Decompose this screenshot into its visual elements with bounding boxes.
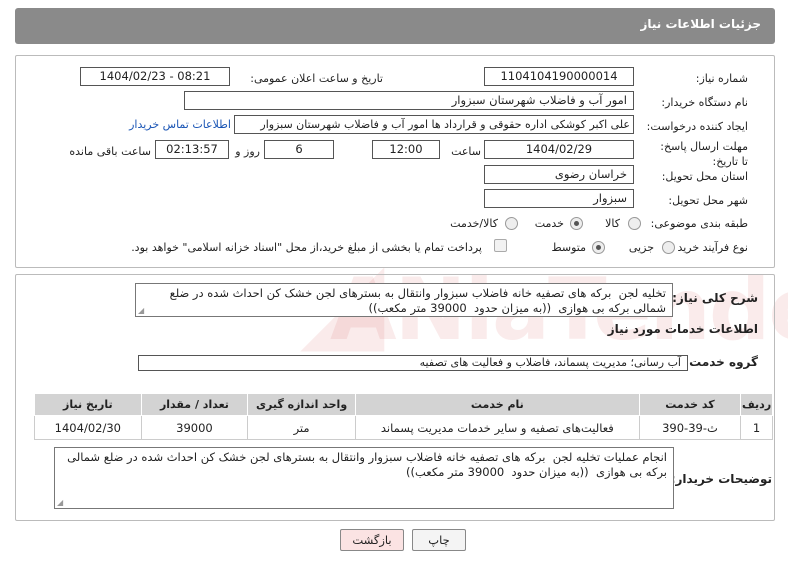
- cell-service-code: ث-39-390: [638, 415, 742, 440]
- col-service-code: کد خدمت: [638, 393, 742, 416]
- buyer-org-field[interactable]: امور آب و فاضلاب شهرستان سبزوار: [184, 91, 634, 110]
- service-group-field[interactable]: آب رسانی؛ مدیریت پسماند، فاضلاب و فعالیت…: [138, 355, 688, 371]
- province-field[interactable]: خراسان رضوی: [484, 165, 634, 184]
- cell-need-date: 1404/02/30: [34, 415, 142, 440]
- remaining-time-field[interactable]: 02:13:57: [155, 140, 229, 159]
- need-number-label: شماره نیاز:: [695, 72, 748, 85]
- page-title: جزئیات اطلاعات نیاز: [640, 17, 761, 31]
- province-label: استان محل تحویل:: [661, 170, 748, 183]
- deadline-time-field[interactable]: 12:00: [372, 140, 440, 159]
- process-radio-medium[interactable]: [592, 241, 605, 254]
- buyer-notes-label: توضیحات خریدار:: [670, 472, 772, 486]
- services-section-title: اطلاعات خدمات مورد نیاز: [607, 322, 758, 336]
- remaining-label: ساعت باقی مانده: [69, 145, 151, 158]
- category-radio-goods-service[interactable]: [505, 217, 518, 230]
- table-header-row: ردیف کد خدمت نام خدمت واحد اندازه گیری ت…: [34, 393, 773, 416]
- back-button[interactable]: بازگشت: [340, 529, 404, 551]
- cell-row-number: 1: [740, 415, 773, 440]
- table-row[interactable]: 1 ث-39-390 فعالیت‌های تصفیه و سایر خدمات…: [34, 415, 773, 440]
- category-label: طبقه بندی موضوعی:: [650, 217, 748, 230]
- print-button[interactable]: چاپ: [412, 529, 466, 551]
- service-group-label: گروه خدمت:: [684, 355, 758, 369]
- days-field[interactable]: 6: [264, 140, 334, 159]
- creator-field[interactable]: علی اکبر کوشکی اداره حقوقی و قرارداد ها …: [234, 115, 634, 134]
- cell-unit: متر: [247, 415, 356, 440]
- buyer-notes-textarea[interactable]: انجام عملیات تخلیه لجن برکه های تصفیه خا…: [54, 447, 674, 509]
- deadline-date-field[interactable]: 1404/02/29: [484, 140, 634, 159]
- deadline-label: مهلت ارسال پاسخ: تا تاریخ:: [660, 140, 748, 168]
- need-number-field[interactable]: 1104104190000014: [484, 67, 634, 86]
- resize-grip-icon[interactable]: ◢: [138, 307, 144, 315]
- category-radio-goods[interactable]: [628, 217, 641, 230]
- services-table: ردیف کد خدمت نام خدمت واحد اندازه گیری ت…: [34, 393, 773, 440]
- buyer-org-label: نام دستگاه خریدار:: [661, 96, 748, 109]
- header-bar: جزئیات اطلاعات نیاز: [15, 8, 775, 44]
- treasury-note: پرداخت تمام یا بخشی از مبلغ خرید،از محل …: [131, 241, 482, 254]
- resize-grip-icon[interactable]: ◢: [57, 499, 63, 507]
- deadline-time-label: ساعت: [451, 145, 481, 158]
- process-label: نوع فرآیند خرید :: [670, 241, 748, 254]
- process-radio-minor[interactable]: [662, 241, 675, 254]
- buyer-notes-text: انجام عملیات تخلیه لجن برکه های تصفیه خا…: [63, 450, 667, 479]
- process-option-medium: متوسط: [551, 241, 586, 254]
- col-quantity: تعداد / مقدار: [140, 393, 249, 416]
- contact-link[interactable]: اطلاعات تماس خریدار: [129, 118, 231, 131]
- summary-textarea[interactable]: تخلیه لجن برکه های تصفیه خانه فاضلاب سبز…: [135, 283, 673, 317]
- category-radio-service[interactable]: [570, 217, 583, 230]
- days-label: روز و: [235, 145, 260, 158]
- col-service-name: نام خدمت: [354, 393, 640, 416]
- city-field[interactable]: سبزوار: [484, 189, 634, 208]
- cell-quantity: 39000: [140, 415, 249, 440]
- col-unit: واحد اندازه گیری: [247, 393, 356, 416]
- cell-service-name: فعالیت‌های تصفیه و سایر خدمات مدیریت پسم…: [354, 415, 640, 440]
- summary-text: تخلیه لجن برکه های تصفیه خانه فاضلاب سبز…: [165, 286, 666, 315]
- city-label: شهر محل تحویل:: [668, 194, 748, 207]
- summary-label: شرح کلی نیاز:: [672, 291, 758, 305]
- col-row-number: ردیف: [740, 393, 773, 416]
- category-option-goods-service: کالا/خدمت: [450, 217, 498, 230]
- category-option-goods: کالا: [605, 217, 620, 230]
- announce-label: تاریخ و ساعت اعلان عمومی:: [250, 72, 383, 85]
- treasury-checkbox[interactable]: [494, 239, 507, 252]
- creator-label: ایجاد کننده درخواست:: [646, 120, 748, 133]
- col-need-date: تاریخ نیاز: [34, 393, 142, 416]
- announce-datetime-field[interactable]: 1404/02/23 - 08:21: [80, 67, 230, 86]
- category-option-service: خدمت: [534, 217, 564, 230]
- process-option-minor: جزیی: [628, 241, 654, 254]
